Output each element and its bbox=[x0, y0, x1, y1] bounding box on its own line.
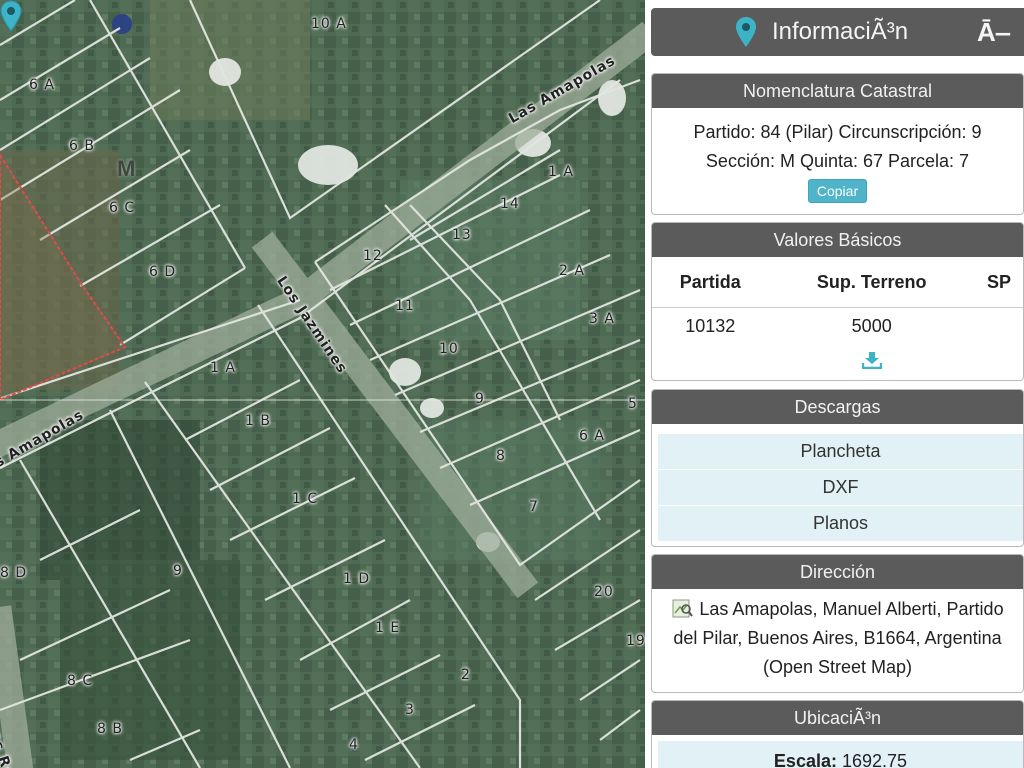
lot-label: 6 C bbox=[109, 200, 136, 216]
lot-label: 14 bbox=[500, 196, 520, 212]
table-row: 10132 5000 bbox=[652, 308, 1023, 345]
lot-label: 9 bbox=[173, 563, 183, 579]
direccion-header: Dirección bbox=[652, 555, 1023, 589]
column-header: SP bbox=[974, 257, 1023, 308]
descargas-card: Descargas Plancheta DXF Planos bbox=[651, 389, 1024, 547]
column-header: Partida bbox=[652, 257, 769, 308]
escala-row: Escala: 1692.75 bbox=[658, 741, 1023, 768]
lot-label: 12 bbox=[363, 248, 383, 264]
tool-icon[interactable]: Ā‒ bbox=[977, 8, 1010, 56]
direccion-card: Dirección Las Amapolas, Manuel Alberti, … bbox=[651, 554, 1024, 693]
escala-value: 1692.75 bbox=[841, 751, 908, 768]
panel-title-bar: InformaciÃ³n Ā‒ bbox=[651, 8, 1024, 56]
lot-label: 20 bbox=[594, 584, 614, 600]
nomenclatura-card: Nomenclatura Catastral Partido: 84 (Pila… bbox=[651, 73, 1024, 215]
lot-label: 6 D bbox=[149, 264, 177, 280]
lot-label: 8 B bbox=[97, 721, 123, 737]
nomenclatura-line-1: Partido: 84 (Pilar) Circunscripción: 9 bbox=[693, 122, 982, 142]
lot-label: 2 A bbox=[559, 263, 585, 279]
download-plancheta-link[interactable]: Plancheta bbox=[658, 433, 1023, 469]
block-letter: M bbox=[117, 156, 136, 181]
lot-label: 8 bbox=[496, 448, 506, 464]
lot-label: 10 A bbox=[311, 16, 347, 32]
panel-title: InformaciÃ³n bbox=[772, 18, 909, 45]
lot-label: 8 D bbox=[0, 565, 28, 581]
valores-table: Partida Sup. Terreno SP 10132 5000 bbox=[652, 257, 1023, 380]
lot-label: 3 A bbox=[589, 311, 615, 327]
map-marker-icon[interactable] bbox=[0, 0, 22, 32]
lot-label: 7 bbox=[529, 499, 539, 515]
lot-label: 5 bbox=[628, 396, 638, 412]
lot-label: 11 bbox=[395, 298, 415, 314]
sp-cell bbox=[975, 308, 1023, 345]
cadastral-map[interactable]: M 10 A 6 A 6 B 6 C 6 D 1 A 14 13 12 2 A … bbox=[0, 0, 645, 768]
map-imagery bbox=[0, 0, 645, 768]
download-planos-link[interactable]: Planos bbox=[658, 505, 1023, 541]
download-dxf-link[interactable]: DXF bbox=[658, 469, 1023, 505]
lot-label: 1 A bbox=[548, 164, 574, 180]
lot-label: 6 B bbox=[69, 138, 95, 154]
lot-label: 6 A bbox=[29, 77, 55, 93]
lot-label: 1 E bbox=[375, 620, 401, 636]
lot-label: 1 B bbox=[245, 413, 271, 429]
lot-label: 1 D bbox=[343, 571, 371, 587]
address-text: Las Amapolas, Manuel Alberti, Partido de… bbox=[673, 599, 1004, 677]
partida-cell: 10132 bbox=[685, 315, 736, 336]
copy-button[interactable]: Copiar bbox=[807, 179, 868, 203]
nomenclatura-header: Nomenclatura Catastral bbox=[652, 74, 1023, 108]
escala-label: Escala: bbox=[773, 751, 837, 768]
superficie-cell: 5000 bbox=[851, 315, 892, 336]
lot-label: 4 bbox=[349, 737, 359, 753]
lot-label: 19 bbox=[626, 633, 645, 649]
valores-header: Valores Básicos bbox=[652, 223, 1023, 257]
valores-basicos-card: Valores Básicos Partida Sup. Terreno SP … bbox=[651, 222, 1024, 381]
map-marker-icon bbox=[736, 17, 756, 47]
column-header: Sup. Terreno bbox=[768, 257, 975, 308]
nomenclatura-line-2: Sección: M Quinta: 67 Parcela: 7 bbox=[705, 151, 970, 171]
info-panel: InformaciÃ³n Ā‒ Nomenclatura Catastral P… bbox=[645, 0, 1024, 768]
lot-label: 9 bbox=[475, 391, 485, 407]
lot-label: 3 bbox=[405, 702, 415, 718]
lot-label: 8 C bbox=[67, 673, 94, 689]
download-icon[interactable] bbox=[861, 351, 882, 369]
ubicacion-card: UbicaciÃ³n Escala: 1692.75 bbox=[651, 700, 1024, 768]
lot-label: 13 bbox=[452, 227, 472, 243]
lot-label: 10 bbox=[439, 341, 459, 357]
address-icon bbox=[672, 599, 694, 618]
lot-label: 6 A bbox=[579, 428, 605, 444]
lot-label: 1 C bbox=[292, 491, 319, 507]
descargas-header: Descargas bbox=[652, 390, 1023, 424]
lot-label: 1 A bbox=[210, 360, 236, 376]
lot-label: 2 bbox=[461, 667, 471, 683]
ubicacion-header: UbicaciÃ³n bbox=[652, 701, 1023, 735]
